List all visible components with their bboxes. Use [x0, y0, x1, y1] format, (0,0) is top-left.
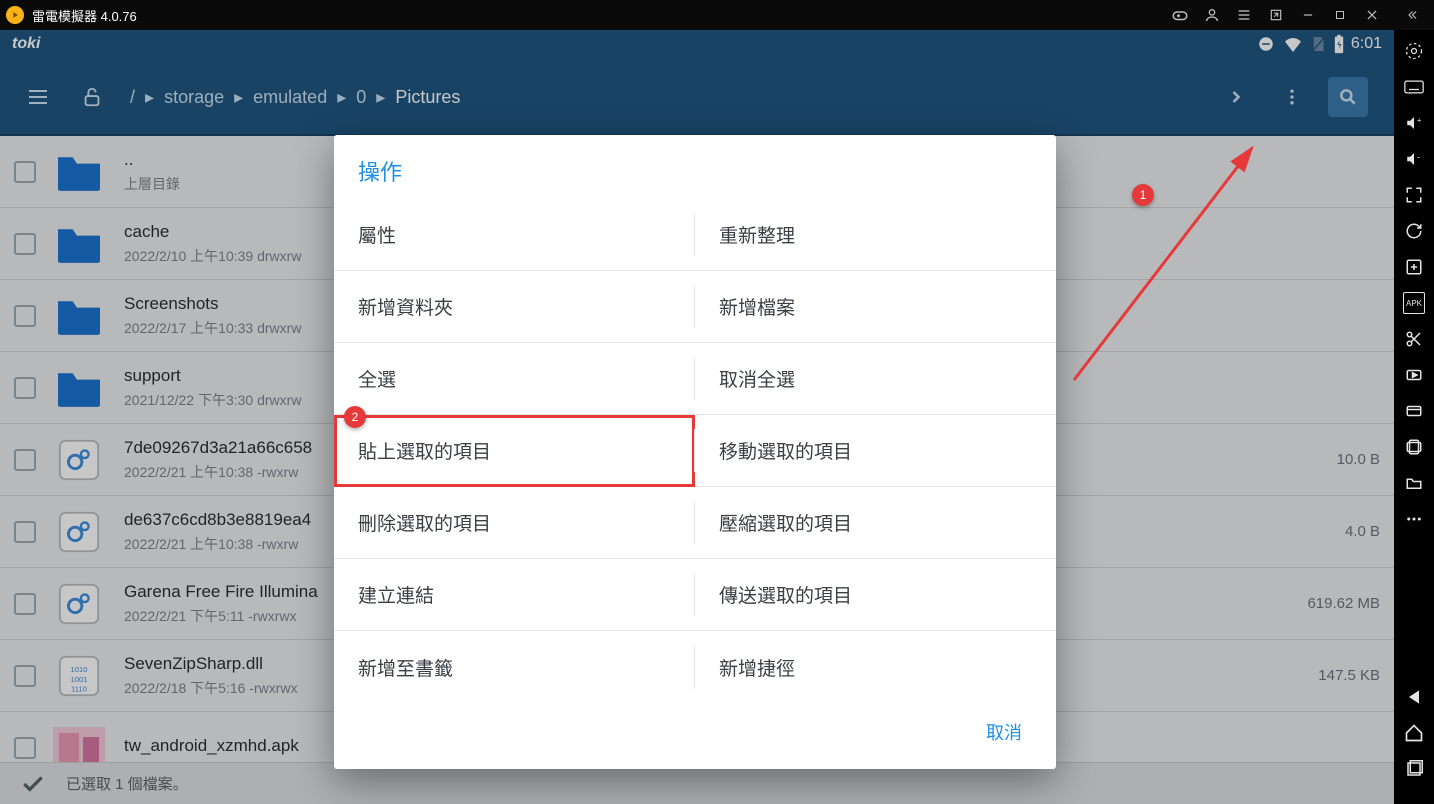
action-add-shortcut[interactable]: 新增捷徑 [695, 631, 1056, 703]
dialog-grid: 屬性 重新整理 新增資料夾 新增檔案 全選 取消全選 貼上選取的項目 移動選取的… [334, 199, 1056, 703]
volume-down-icon[interactable]: - [1403, 148, 1425, 170]
android-home-icon[interactable] [1403, 722, 1425, 744]
maximize-button[interactable] [1324, 0, 1356, 30]
more-icon[interactable] [1403, 508, 1425, 530]
window-title: 雷電模擬器 4.0.76 [32, 6, 137, 25]
svg-text:-: - [1417, 152, 1420, 162]
action-properties[interactable]: 屬性 [334, 199, 695, 271]
ldplayer-logo-icon [6, 6, 24, 24]
volume-up-icon[interactable]: + [1403, 112, 1425, 134]
emulator-titlebar: 雷電模擬器 4.0.76 [0, 0, 1434, 30]
settings-gear-icon[interactable] [1403, 40, 1425, 62]
dialog-title: 操作 [334, 153, 1056, 199]
action-deselect-all[interactable]: 取消全選 [695, 343, 1056, 415]
multi-window-icon[interactable] [1403, 400, 1425, 422]
close-button[interactable] [1356, 0, 1388, 30]
add-box-icon[interactable] [1403, 256, 1425, 278]
rotate-icon[interactable] [1403, 436, 1425, 458]
popout-icon[interactable] [1260, 0, 1292, 30]
minimize-button[interactable] [1292, 0, 1324, 30]
apk-icon[interactable]: APK [1403, 292, 1425, 314]
action-compress-selected[interactable]: 壓縮選取的項目 [695, 487, 1056, 559]
sync-icon[interactable] [1403, 220, 1425, 242]
operations-dialog: 操作 屬性 重新整理 新增資料夾 新增檔案 全選 取消全選 貼上選取的項目 移動… [334, 135, 1056, 769]
android-recents-icon[interactable] [1403, 758, 1425, 780]
action-refresh[interactable]: 重新整理 [695, 199, 1056, 271]
action-new-folder[interactable]: 新增資料夾 [334, 271, 695, 343]
collapse-sidebar-button[interactable] [1396, 0, 1428, 30]
keyboard-icon[interactable] [1403, 76, 1425, 98]
account-icon[interactable] [1196, 0, 1228, 30]
action-move-selected[interactable]: 移動選取的項目 [695, 415, 1056, 487]
menu-lines-icon[interactable] [1228, 0, 1260, 30]
gamepad-icon[interactable] [1164, 0, 1196, 30]
emulator-right-sidebar: + - APK [1394, 30, 1434, 804]
action-send-selected[interactable]: 傳送選取的項目 [695, 559, 1056, 631]
video-record-icon[interactable] [1403, 364, 1425, 386]
fullscreen-icon[interactable] [1403, 184, 1425, 206]
folder-share-icon[interactable] [1403, 472, 1425, 494]
svg-text:+: + [1417, 115, 1422, 124]
action-delete-selected[interactable]: 刪除選取的項目 [334, 487, 695, 559]
dialog-cancel-button[interactable]: 取消 [974, 711, 1034, 753]
action-select-all[interactable]: 全選 [334, 343, 695, 415]
scissors-icon[interactable] [1403, 328, 1425, 350]
action-new-file[interactable]: 新增檔案 [695, 271, 1056, 343]
android-back-icon[interactable] [1403, 686, 1425, 708]
action-create-link[interactable]: 建立連結 [334, 559, 695, 631]
action-paste-selected[interactable]: 貼上選取的項目 [334, 415, 695, 487]
action-add-bookmark[interactable]: 新增至書籤 [334, 631, 695, 703]
